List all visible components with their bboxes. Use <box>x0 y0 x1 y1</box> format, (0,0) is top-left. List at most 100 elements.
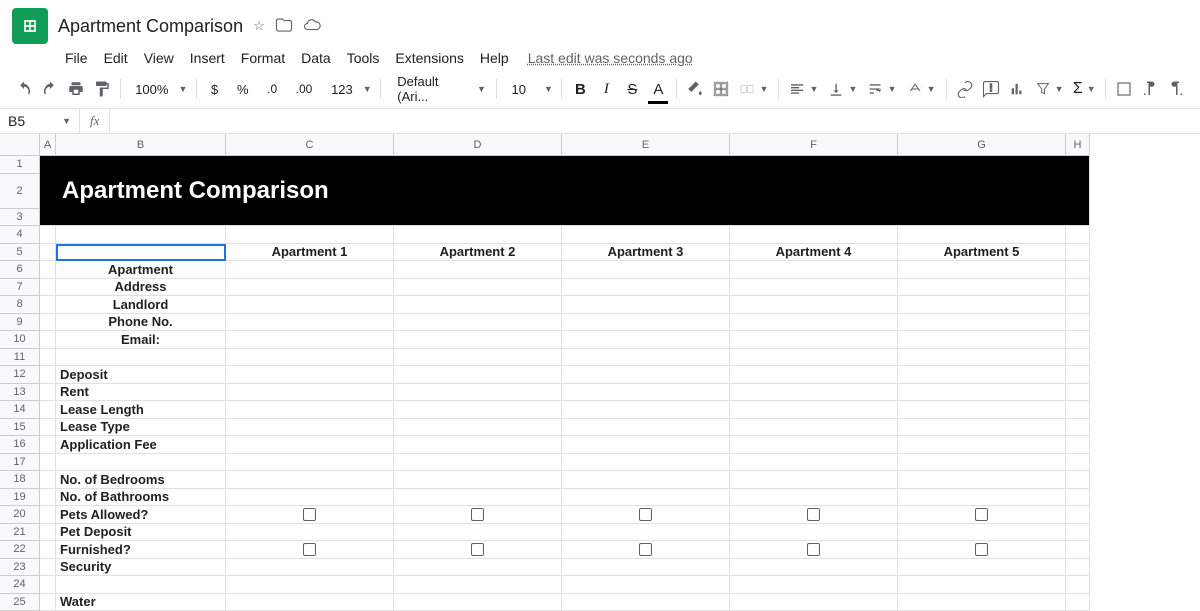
cell[interactable] <box>730 314 898 332</box>
checkbox-cell[interactable] <box>394 541 562 559</box>
menu-file[interactable]: File <box>58 46 95 70</box>
checkbox-icon[interactable] <box>303 543 316 556</box>
checkbox-icon[interactable] <box>807 508 820 521</box>
row-header[interactable]: 2 <box>0 174 40 209</box>
cell[interactable] <box>1066 454 1090 472</box>
checkbox-cell[interactable] <box>226 541 394 559</box>
cell[interactable] <box>1066 314 1090 332</box>
cell[interactable] <box>730 436 898 454</box>
cell[interactable] <box>898 471 1066 489</box>
cell[interactable] <box>1066 524 1090 542</box>
cell[interactable]: Email: <box>56 331 226 349</box>
row-header[interactable]: 23 <box>0 559 40 577</box>
checkbox-icon[interactable] <box>303 508 316 521</box>
checkbox-icon[interactable] <box>639 543 652 556</box>
cell[interactable] <box>226 401 394 419</box>
cell[interactable] <box>562 349 730 367</box>
cell[interactable] <box>394 366 562 384</box>
cell[interactable] <box>40 524 56 542</box>
cell[interactable] <box>40 594 56 611</box>
row-header[interactable]: 22 <box>0 541 40 559</box>
cell[interactable] <box>730 419 898 437</box>
cell[interactable] <box>226 524 394 542</box>
undo-button[interactable] <box>12 76 36 102</box>
zoom-dropdown[interactable]: 100%▼ <box>127 76 190 102</box>
cell[interactable] <box>562 576 730 594</box>
checkbox-icon[interactable] <box>975 543 988 556</box>
cell[interactable] <box>898 384 1066 402</box>
cell[interactable]: Lease Length <box>56 401 226 419</box>
cell[interactable] <box>394 471 562 489</box>
row-header[interactable]: 20 <box>0 506 40 524</box>
row-header[interactable]: 21 <box>0 524 40 542</box>
cell[interactable] <box>226 279 394 297</box>
last-edit-link[interactable]: Last edit was seconds ago <box>528 50 693 66</box>
cell[interactable] <box>56 226 226 244</box>
cell[interactable] <box>226 226 394 244</box>
cell[interactable] <box>40 279 56 297</box>
cell[interactable] <box>562 524 730 542</box>
vertical-align-button[interactable]: ▼ <box>824 76 861 102</box>
cell[interactable] <box>226 261 394 279</box>
bold-button[interactable]: B <box>568 76 592 102</box>
col-header-E[interactable]: E <box>562 134 730 156</box>
cell[interactable] <box>898 524 1066 542</box>
cell[interactable] <box>394 419 562 437</box>
menu-format[interactable]: Format <box>234 46 292 70</box>
cell[interactable] <box>562 384 730 402</box>
cell[interactable]: Lease Type <box>56 419 226 437</box>
decrease-decimal-button[interactable]: .0 <box>259 76 286 102</box>
cell[interactable] <box>562 366 730 384</box>
row-header[interactable]: 12 <box>0 366 40 384</box>
cell[interactable] <box>1066 226 1090 244</box>
cell[interactable] <box>1066 471 1090 489</box>
cell[interactable]: No. of Bedrooms <box>56 471 226 489</box>
row-header[interactable]: 15 <box>0 419 40 437</box>
cell[interactable] <box>394 314 562 332</box>
row-header[interactable]: 4 <box>0 226 40 244</box>
currency-button[interactable]: $ <box>203 76 227 102</box>
checkbox-cell[interactable] <box>562 506 730 524</box>
cell[interactable] <box>226 349 394 367</box>
cell[interactable] <box>40 349 56 367</box>
cell[interactable]: Apartment 3 <box>562 244 730 262</box>
cell[interactable] <box>562 489 730 507</box>
text-color-button[interactable]: A <box>646 76 670 102</box>
formula-bar[interactable] <box>110 117 1200 125</box>
cell[interactable] <box>40 576 56 594</box>
cell[interactable] <box>898 366 1066 384</box>
col-header-B[interactable]: B <box>56 134 226 156</box>
cell[interactable] <box>394 296 562 314</box>
checkbox-icon[interactable] <box>807 543 820 556</box>
cell[interactable] <box>40 261 56 279</box>
insert-chart-button[interactable] <box>1005 76 1029 102</box>
row-header[interactable]: 8 <box>0 296 40 314</box>
cell[interactable] <box>1066 419 1090 437</box>
cell[interactable] <box>1066 349 1090 367</box>
cell[interactable] <box>1066 366 1090 384</box>
cell[interactable]: Apartment 2 <box>394 244 562 262</box>
menu-edit[interactable]: Edit <box>97 46 135 70</box>
cell[interactable] <box>394 279 562 297</box>
checkbox-cell[interactable] <box>730 541 898 559</box>
cell[interactable] <box>226 366 394 384</box>
cell[interactable] <box>1066 489 1090 507</box>
cell[interactable] <box>898 489 1066 507</box>
redo-button[interactable] <box>38 76 62 102</box>
cell[interactable] <box>898 261 1066 279</box>
cell[interactable] <box>40 331 56 349</box>
cell[interactable] <box>898 296 1066 314</box>
cell[interactable] <box>226 454 394 472</box>
cell[interactable] <box>1066 559 1090 577</box>
menu-view[interactable]: View <box>137 46 181 70</box>
move-icon[interactable] <box>275 16 293 37</box>
checkbox-cell[interactable] <box>226 506 394 524</box>
cell[interactable] <box>562 419 730 437</box>
row-header[interactable]: 14 <box>0 401 40 419</box>
cell[interactable] <box>394 349 562 367</box>
cell[interactable] <box>730 366 898 384</box>
cell[interactable] <box>562 471 730 489</box>
cell[interactable] <box>394 454 562 472</box>
row-header[interactable]: 24 <box>0 576 40 594</box>
cell[interactable] <box>562 594 730 611</box>
